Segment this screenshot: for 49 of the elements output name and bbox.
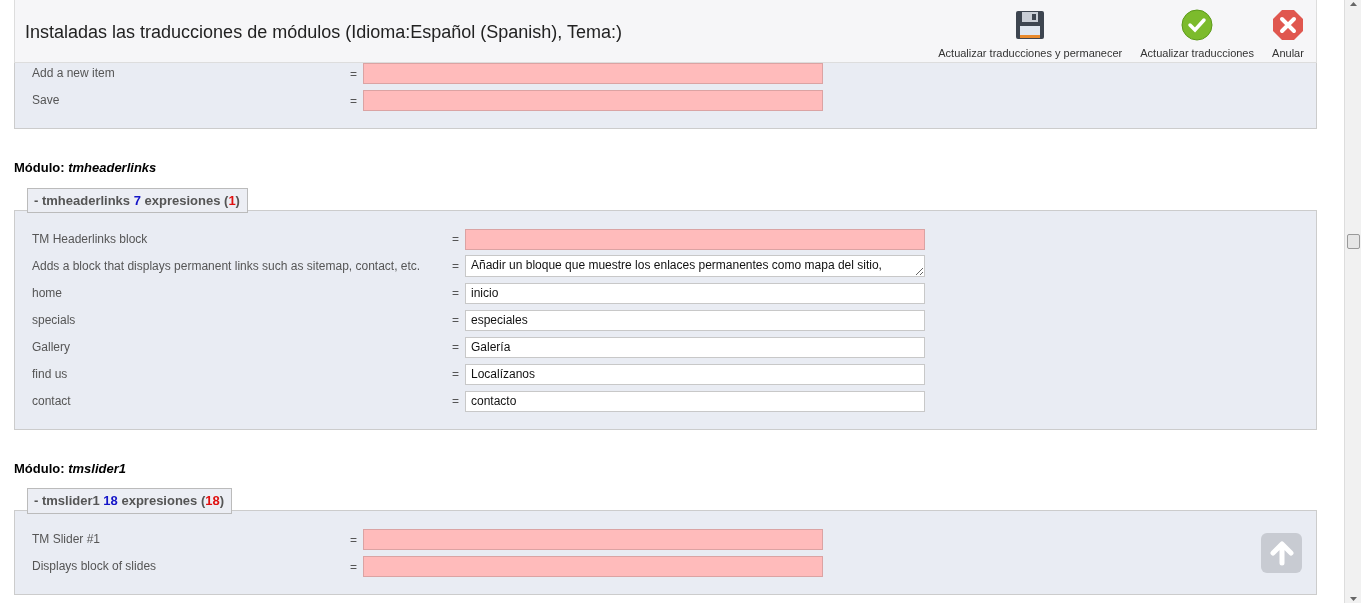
text-field[interactable] [363, 90, 823, 111]
scroll-down-icon[interactable] [1348, 594, 1358, 603]
scroll-thumb[interactable] [1346, 234, 1360, 249]
field-label: find us [32, 366, 69, 382]
field-label: TM Headerlinks block [32, 231, 149, 247]
equals-sign: = [350, 65, 358, 83]
toolbar-button[interactable]: Actualizar traducciones [1138, 9, 1256, 62]
equals-sign: = [452, 312, 460, 329]
field-label: specials [32, 312, 77, 328]
text-field[interactable] [363, 63, 823, 84]
text-field[interactable]: Localízanos [465, 363, 925, 385]
field-label: Save [32, 93, 61, 108]
check-icon [1181, 9, 1214, 41]
equals-sign: = [452, 285, 460, 302]
text-field[interactable]: contacto [465, 390, 925, 412]
toolbar-button[interactable]: Anular [1270, 9, 1306, 62]
equals-sign: = [452, 231, 460, 248]
module-heading: Módulo: tmheaderlinks [14, 159, 158, 177]
text-field[interactable]: Galería [465, 336, 925, 358]
section-toggle[interactable]: - tmheaderlinks 7 expresiones (1) [27, 187, 248, 213]
text-field[interactable] [363, 529, 823, 550]
text-field[interactable] [363, 556, 823, 577]
field-label: Displays block of slides [32, 559, 158, 574]
equals-sign: = [452, 366, 460, 383]
field-label: home [32, 285, 64, 301]
text-field[interactable] [465, 228, 925, 250]
equals-sign: = [452, 258, 460, 275]
text-area[interactable]: Añadir un bloque que muestre los enlaces permanentes como mapa del sitio, [465, 255, 925, 277]
scroll-top-button[interactable] [1261, 533, 1302, 573]
equals-sign: = [452, 393, 460, 410]
field-label: Add a new item [32, 66, 116, 81]
field-label: TM Slider #1 [32, 532, 102, 547]
toolbar-button[interactable]: Actualizar traducciones y permanecer [936, 9, 1125, 62]
up-arrow-icon [1267, 539, 1296, 567]
text-field[interactable]: inicio [465, 282, 925, 304]
equals-sign: = [350, 531, 358, 549]
text-field[interactable]: especiales [465, 309, 925, 331]
scrollbar[interactable] [1344, 0, 1361, 603]
section-toggle[interactable]: - tmslider1 18 expresiones (18) [27, 488, 233, 514]
page-title: Instaladas las traducciones de módulos (Idioma:Español (Spanish), Tema:) [25, 21, 622, 44]
module-heading: Módulo: tmslider1 [14, 459, 127, 478]
equals-sign: = [350, 558, 358, 576]
equals-sign: = [452, 339, 460, 356]
scroll-up-icon[interactable] [1348, 0, 1358, 9]
close-icon [1272, 9, 1304, 41]
field-label: contact [32, 393, 72, 409]
field-label: Adds a block that displays permanent links such as sitemap, contact, etc. [32, 258, 422, 274]
field-label: Gallery [32, 339, 71, 355]
equals-sign: = [350, 92, 358, 110]
